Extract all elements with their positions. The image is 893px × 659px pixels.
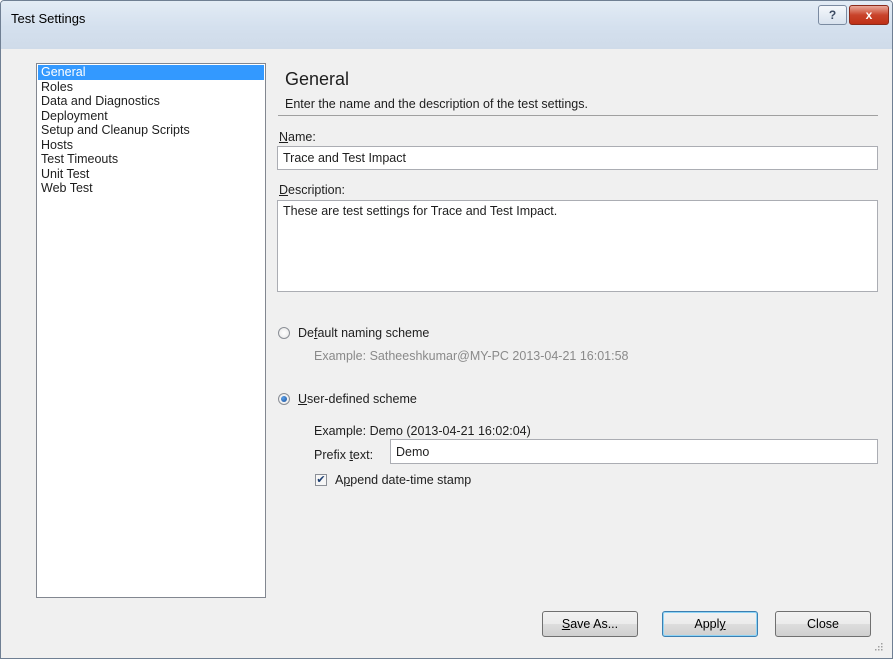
user-defined-example: Example: Demo (2013-04-21 16:02:04) xyxy=(314,424,531,438)
description-label: Description: xyxy=(279,183,346,197)
settings-category-list[interactable]: General Roles Data and Diagnostics Deplo… xyxy=(36,63,266,598)
user-defined-label: User-defined scheme xyxy=(298,392,417,406)
nav-item-setup-and-cleanup-scripts[interactable]: Setup and Cleanup Scripts xyxy=(37,123,265,138)
prefix-text-label: Prefix text: xyxy=(314,448,374,462)
window-title: Test Settings xyxy=(11,11,86,26)
resize-grip-icon[interactable] xyxy=(873,641,883,651)
default-naming-radio-row[interactable]: Default naming scheme xyxy=(278,326,429,340)
nav-item-roles[interactable]: Roles xyxy=(37,80,265,95)
nav-item-general[interactable]: General xyxy=(38,65,264,80)
description-textarea[interactable]: These are test settings for Trace and Te… xyxy=(277,200,878,292)
nav-item-deployment[interactable]: Deployment xyxy=(37,109,265,124)
help-icon: ? xyxy=(828,8,837,22)
nav-item-test-timeouts[interactable]: Test Timeouts xyxy=(37,152,265,167)
append-timestamp-checkbox[interactable]: ✔ xyxy=(315,474,327,486)
nav-item-web-test[interactable]: Web Test xyxy=(37,181,265,196)
nav-item-unit-test[interactable]: Unit Test xyxy=(37,167,265,182)
append-timestamp-label: Append date-time stamp xyxy=(335,473,472,487)
append-timestamp-row[interactable]: ✔ Append date-time stamp xyxy=(315,473,471,487)
user-defined-radio[interactable] xyxy=(278,393,290,405)
save-as-button[interactable]: Save As... xyxy=(542,611,638,637)
close-icon: x xyxy=(865,8,873,22)
section-title: General xyxy=(285,69,350,89)
default-naming-radio[interactable] xyxy=(278,327,290,339)
title-bar: Test Settings ? x xyxy=(1,1,892,49)
name-label: Name: xyxy=(279,130,316,144)
section-divider xyxy=(278,115,878,116)
nav-item-data-and-diagnostics[interactable]: Data and Diagnostics xyxy=(37,94,265,109)
test-settings-dialog: Test Settings ? x General Roles Data and… xyxy=(0,0,893,659)
section-description: Enter the name and the description of th… xyxy=(285,97,588,111)
name-input[interactable] xyxy=(277,146,878,170)
prefix-text-input[interactable] xyxy=(390,439,878,464)
default-naming-example: Example: Satheeshkumar@MY-PC 2013-04-21 … xyxy=(314,349,629,363)
default-naming-label: Default naming scheme xyxy=(298,326,430,340)
close-button[interactable]: Close xyxy=(775,611,871,637)
user-defined-radio-row[interactable]: User-defined scheme xyxy=(278,392,417,406)
apply-button[interactable]: Apply xyxy=(662,611,758,637)
close-window-button[interactable]: x xyxy=(849,5,889,25)
help-button[interactable]: ? xyxy=(818,5,847,25)
checkmark-icon: ✔ xyxy=(316,473,326,486)
dialog-client-area: General Roles Data and Diagnostics Deplo… xyxy=(8,49,885,653)
radio-selected-dot xyxy=(281,396,287,402)
nav-item-hosts[interactable]: Hosts xyxy=(37,138,265,153)
